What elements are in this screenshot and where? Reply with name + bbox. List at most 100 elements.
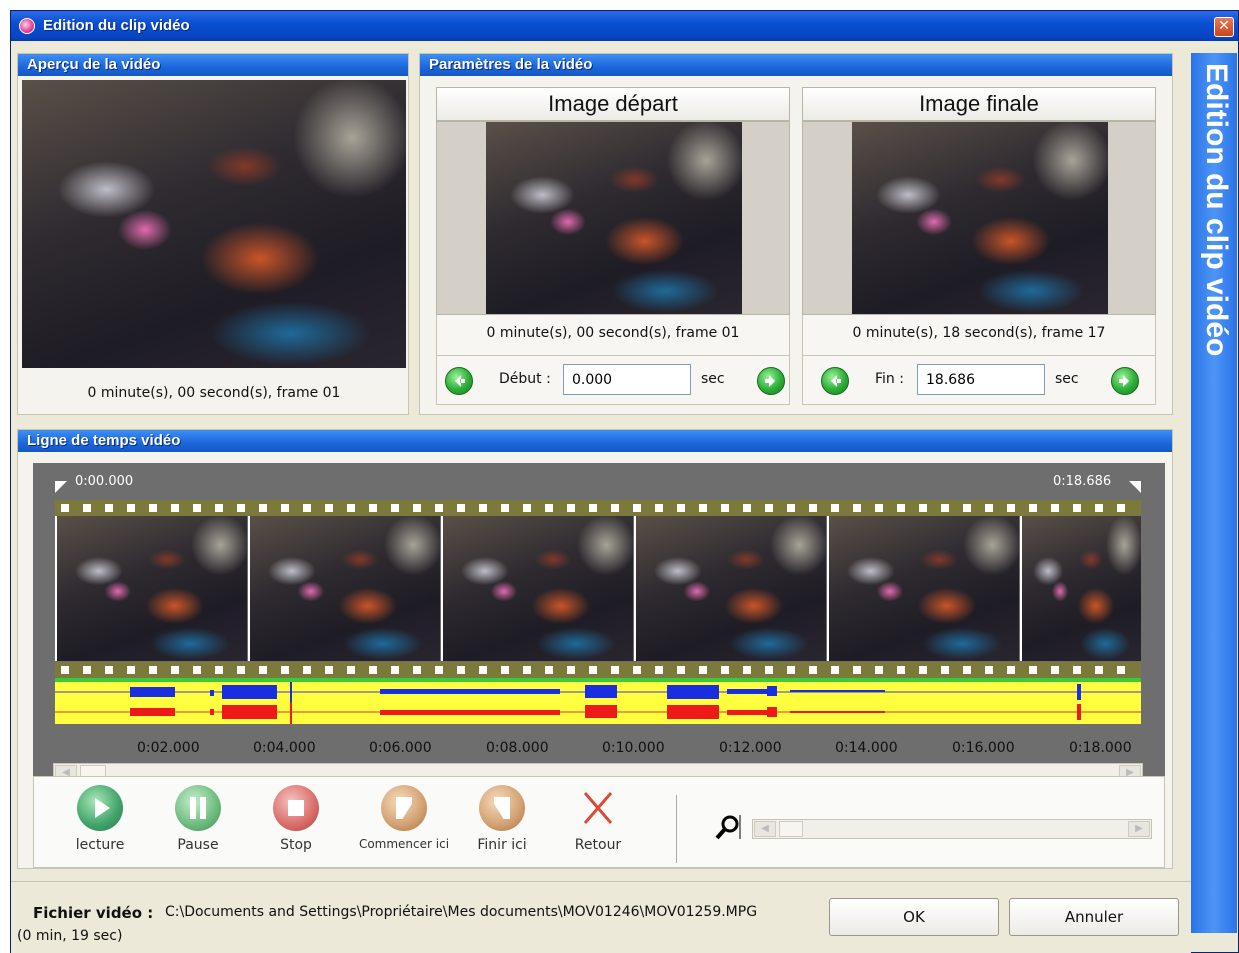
timeline-tick: 0:18.000 [1069, 740, 1132, 756]
zoom-right-button[interactable]: ▶ [1128, 821, 1150, 837]
film-perforation [215, 666, 223, 674]
preview-video [22, 80, 406, 368]
timeline-tick: 0:16.000 [952, 740, 1015, 756]
stop-icon [273, 785, 319, 831]
film-perforation [413, 666, 421, 674]
frame-thumbnail [248, 516, 440, 661]
film-perforation [391, 666, 399, 674]
film-perforation [105, 666, 113, 674]
start-time-box: 0 minute(s), 00 second(s), frame 01 [436, 315, 790, 355]
frame-thumbnails[interactable] [55, 463, 1141, 663]
back-button[interactable]: Retour [558, 785, 638, 853]
timeline-tick: 0:12.000 [719, 740, 782, 756]
film-perforation [303, 666, 311, 674]
start-here-icon [381, 785, 427, 831]
stop-button[interactable]: Stop [256, 785, 336, 853]
playback-controls: lecture Pause Stop Commencer ici Finir i… [33, 776, 1165, 868]
frame-thumbnail [55, 516, 247, 661]
play-button[interactable]: lecture [60, 785, 140, 853]
film-perforation [853, 666, 861, 674]
start-here-button[interactable]: Commencer ici [354, 785, 454, 851]
film-perforation [677, 666, 685, 674]
timeline-tick: 0:06.000 [369, 740, 432, 756]
preview-header: Aperçu de la vidéo [18, 54, 408, 76]
params-panel: Paramètres de la vidéo Image départ 0 mi… [419, 53, 1173, 415]
timeline-area[interactable]: 0:00.000 0:18.686 0:02.000 0:04.000 0:06… [33, 463, 1165, 783]
film-perforation [743, 666, 751, 674]
preview-time: 0 minute(s), 00 second(s), frame 01 [87, 385, 341, 401]
side-banner-title: Edition du clip vidéo [1200, 63, 1233, 357]
ok-button[interactable]: OK [829, 898, 999, 936]
file-duration: (0 min, 19 sec) [17, 928, 123, 944]
film-perforation [765, 666, 773, 674]
frame-thumbnail [634, 516, 826, 661]
zoom-thumb[interactable] [779, 821, 803, 837]
film-perforation [655, 666, 663, 674]
film-perforation [611, 666, 619, 674]
pause-button[interactable]: Pause [158, 785, 238, 853]
start-time-input[interactable] [563, 364, 691, 395]
film-perforation [457, 666, 465, 674]
film-perforation [633, 666, 641, 674]
start-here-label: Commencer ici [358, 837, 450, 851]
film-perforation [1051, 666, 1059, 674]
film-perforation [875, 666, 883, 674]
film-perforation [347, 666, 355, 674]
film-perforation [787, 666, 795, 674]
timeline-tick: 0:14.000 [835, 740, 898, 756]
close-button[interactable]: ✕ [1214, 17, 1234, 37]
end-time-box: 0 minute(s), 18 second(s), frame 17 [802, 315, 1156, 355]
end-next-button[interactable] [1111, 367, 1139, 395]
app-icon [19, 18, 35, 34]
controls-divider [676, 795, 677, 863]
pause-icon [175, 785, 221, 831]
start-input-row: Début : sec [436, 355, 790, 405]
film-perforation [523, 666, 531, 674]
timeline-header: Ligne de temps vidéo [18, 430, 1172, 452]
end-time-input[interactable] [917, 364, 1045, 395]
start-prev-button[interactable] [445, 367, 473, 395]
end-here-icon [479, 785, 525, 831]
film-perforation [1007, 666, 1015, 674]
frame-thumbnail [827, 516, 1019, 661]
play-label: lecture [75, 837, 125, 853]
frame-thumbnail [1020, 516, 1141, 661]
arrow-left-icon [455, 375, 465, 387]
timeline-tick: 0:08.000 [486, 740, 549, 756]
start-label: Début : [499, 371, 551, 387]
film-perforation [589, 666, 597, 674]
frame-thumbnail [441, 516, 633, 661]
film-perforation [809, 666, 817, 674]
timeline-tick: 0:04.000 [253, 740, 316, 756]
film-perforation [567, 666, 575, 674]
end-frame-image [852, 122, 1108, 314]
cancel-button[interactable]: Annuler [1009, 898, 1179, 936]
preview-panel: Aperçu de la vidéo 0 minute(s), 00 secon… [17, 53, 409, 415]
film-perforation [237, 666, 245, 674]
back-icon [575, 785, 621, 831]
film-perforation [721, 666, 729, 674]
film-perforation [545, 666, 553, 674]
film-perforation [127, 666, 135, 674]
arrow-right-icon [765, 375, 775, 387]
stop-label: Stop [280, 837, 312, 853]
end-here-button[interactable]: Finir ici [462, 785, 542, 853]
film-perforation [1073, 666, 1081, 674]
play-icon [77, 785, 123, 831]
start-frame-image [486, 122, 742, 314]
pause-label: Pause [177, 837, 219, 853]
film-perforation [171, 666, 179, 674]
side-banner: Edition du clip vidéo [1191, 53, 1237, 933]
zoom-left-button[interactable]: ◀ [754, 821, 776, 837]
film-strip-bottom [55, 662, 1141, 678]
film-perforation [479, 666, 487, 674]
title-bar[interactable]: Edition du clip vidéo ✕ [11, 11, 1238, 41]
film-perforation [1117, 666, 1125, 674]
zoom-slider[interactable]: ◀ ▶ [752, 819, 1152, 839]
start-next-button[interactable] [757, 367, 785, 395]
film-perforation [83, 666, 91, 674]
end-unit: sec [1055, 371, 1079, 387]
film-perforation [1029, 666, 1037, 674]
zoom-icon[interactable] [714, 813, 742, 841]
end-prev-button[interactable] [821, 367, 849, 395]
